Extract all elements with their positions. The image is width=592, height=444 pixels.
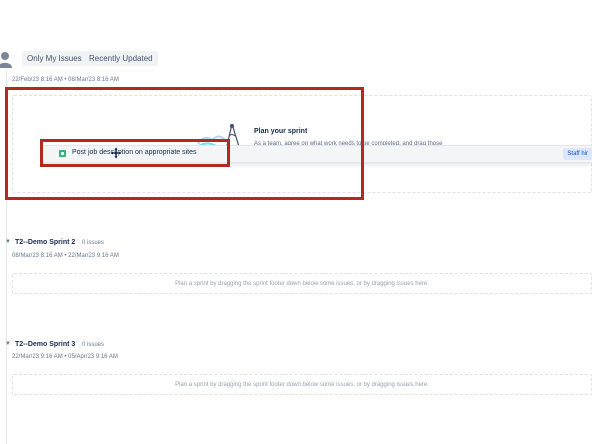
sprint-2-name[interactable]: T2--Demo Sprint 2 [15, 239, 75, 246]
sprint-3-name[interactable]: T2--Demo Sprint 3 [15, 341, 75, 348]
chevron-down-icon[interactable]: ▼ [5, 341, 11, 347]
sprint-3-empty-text: Plan a sprint by dragging the sprint foo… [175, 381, 429, 388]
sprint-2-dropzone[interactable]: Plan a sprint by dragging the sprint foo… [12, 273, 592, 294]
user-avatar-icon[interactable] [0, 51, 14, 69]
sprint-1-dates: 22/Feb/23 8:16 AM • 08/Mar/23 8:16 AM [12, 77, 119, 83]
filter-only-my-issues[interactable]: Only My Issues [22, 51, 87, 66]
sprint-3-dropzone[interactable]: Plan a sprint by dragging the sprint foo… [12, 374, 592, 395]
chevron-down-icon[interactable]: ▼ [5, 239, 11, 245]
sprint-2-empty-text: Plan a sprint by dragging the sprint foo… [175, 280, 429, 287]
highlight-dragged-issue [40, 139, 230, 167]
epic-badge[interactable]: Staff hir [563, 148, 592, 160]
sprint-3-dates: 22/Mar/23 9:16 AM • 05/Apr/23 9:16 AM [12, 354, 118, 360]
sprint-2-count: 0 issues [82, 240, 105, 246]
sprint-2-dates: 08/Mar/23 8:16 AM • 22/Mar/23 9:16 AM [12, 253, 119, 259]
sprint-3-count: 0 issues [82, 342, 105, 348]
filter-recently-updated[interactable]: Recently Updated [84, 51, 158, 66]
